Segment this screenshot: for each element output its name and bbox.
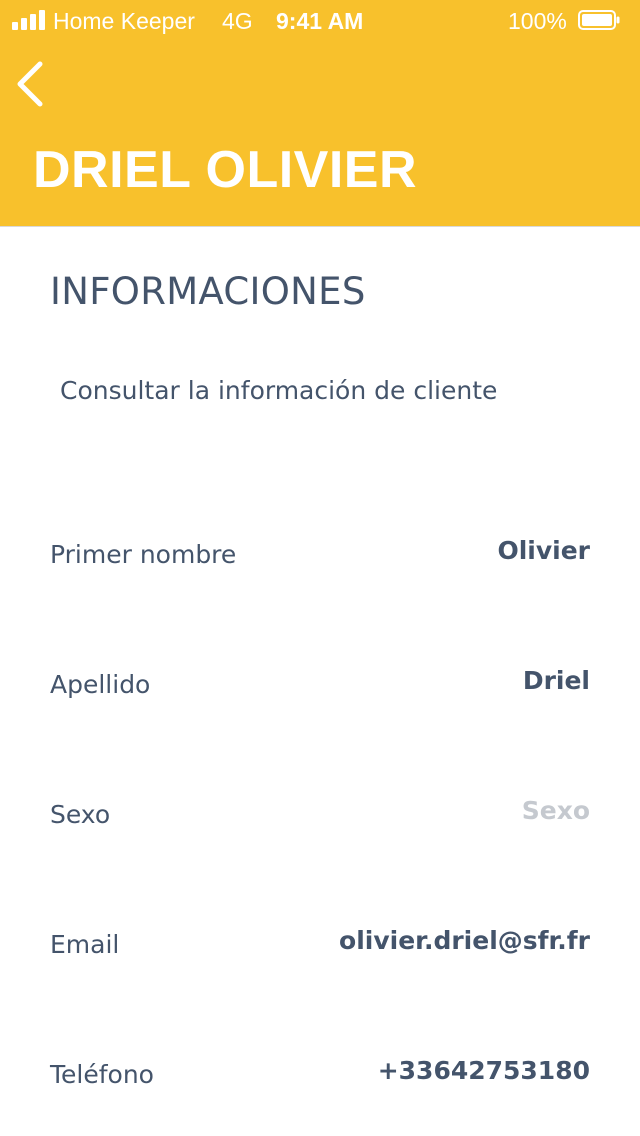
network-type: 4G [222,8,253,34]
section-title: INFORMACIONES [50,270,366,313]
field-row-phone: Teléfono +33642753180 [50,1048,590,1098]
battery-icon [578,10,620,30]
carrier-name: Home Keeper [53,8,195,34]
field-value: Olivier [497,536,590,565]
field-value: Driel [522,666,590,695]
chevron-left-icon[interactable] [12,58,52,110]
field-value: +33642753180 [377,1056,590,1085]
field-row-gender: Sexo Sexo [50,788,590,838]
page-title: DRIEL OLIVIER [33,141,418,199]
field-row-first-name: Primer nombre Olivier [50,528,590,578]
field-label: Sexo [50,800,111,829]
section-description: Consultar la información de cliente [60,376,498,405]
battery-percentage: 100% [508,8,567,34]
field-value-placeholder: Sexo [521,796,590,825]
field-label: Email [50,930,120,959]
field-row-email: Email olivier.driel@sfr.fr [50,918,590,968]
field-label: Teléfono [50,1060,154,1089]
signal-strength-icon [12,10,48,30]
field-row-last-name: Apellido Driel [50,658,590,708]
field-label: Apellido [50,670,151,699]
status-time: 9:41 AM [276,8,364,34]
field-label: Primer nombre [50,540,237,569]
status-bar: Home Keeper 4G 9:41 AM 100% [0,0,640,40]
field-value: olivier.driel@sfr.fr [339,926,590,955]
header-bar: Home Keeper 4G 9:41 AM 100% DRIEL OLIVIE… [0,0,640,227]
